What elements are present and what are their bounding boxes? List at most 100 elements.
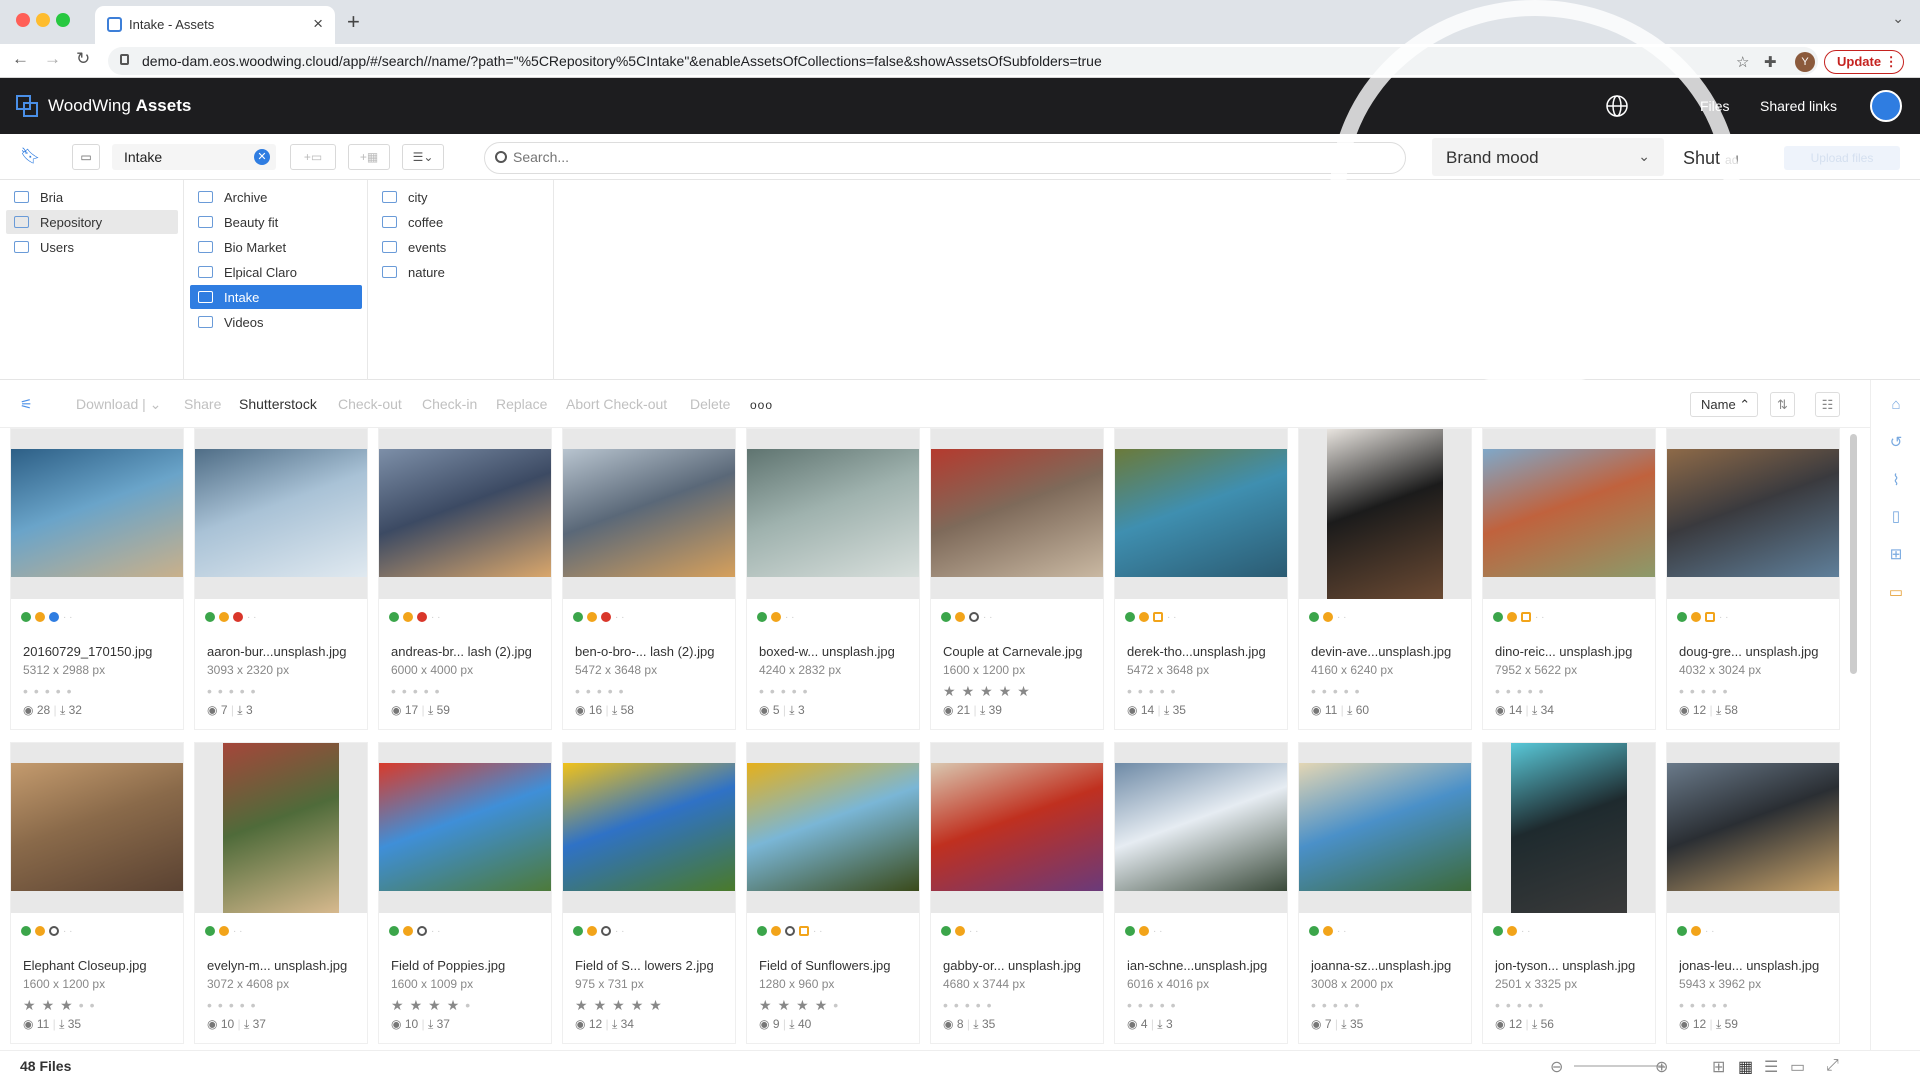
rating-stars[interactable]: •••••: [575, 683, 630, 699]
star-icon[interactable]: •: [1528, 997, 1539, 1013]
star-icon[interactable]: •: [1160, 683, 1171, 699]
star-icon[interactable]: ★: [447, 997, 466, 1013]
star-icon[interactable]: •: [1712, 683, 1723, 699]
folder-icon[interactable]: ▭: [1887, 584, 1905, 602]
star-icon[interactable]: •: [1679, 683, 1690, 699]
asset-thumbnail[interactable]: [747, 743, 919, 913]
folder-item-archive[interactable]: Archive: [190, 185, 362, 209]
new-folder-button[interactable]: +▭: [290, 144, 336, 170]
star-icon[interactable]: •: [218, 997, 229, 1013]
globe-icon[interactable]: [1605, 94, 1629, 118]
star-icon[interactable]: •: [207, 683, 218, 699]
asset-thumbnail[interactable]: [563, 743, 735, 913]
star-icon[interactable]: •: [413, 683, 424, 699]
large-grid-view-icon[interactable]: ⊞: [1712, 1057, 1725, 1077]
star-icon[interactable]: •: [1517, 997, 1528, 1013]
star-icon[interactable]: •: [1690, 997, 1701, 1013]
star-icon[interactable]: •: [1322, 683, 1333, 699]
star-icon[interactable]: •: [67, 683, 78, 699]
rating-stars[interactable]: •••••: [1311, 683, 1366, 699]
extensions-icon[interactable]: ✚: [1764, 53, 1777, 71]
star-icon[interactable]: •: [1333, 997, 1344, 1013]
star-icon[interactable]: •: [1539, 683, 1550, 699]
asset-card[interactable]: · · Couple at Carnevale.jpg 1600 x 1200 px…: [930, 428, 1104, 730]
star-icon[interactable]: •: [1539, 997, 1550, 1013]
rating-stars[interactable]: •••••: [1679, 683, 1734, 699]
rating-stars[interactable]: ★★★★•: [391, 997, 476, 1014]
asset-card[interactable]: · · derek-tho...unsplash.jpg 5472 x 3648 p…: [1114, 428, 1288, 730]
star-icon[interactable]: •: [965, 997, 976, 1013]
star-icon[interactable]: •: [1723, 683, 1734, 699]
folder-panel-toggle[interactable]: ▭: [72, 144, 100, 170]
maximize-window-button[interactable]: [56, 13, 70, 27]
grid-scrollbar[interactable]: [1850, 434, 1857, 674]
star-icon[interactable]: •: [90, 997, 101, 1013]
star-icon[interactable]: •: [1171, 683, 1182, 699]
star-icon[interactable]: •: [575, 683, 586, 699]
star-icon[interactable]: •: [1127, 997, 1138, 1013]
back-icon[interactable]: ←: [12, 49, 29, 69]
star-icon[interactable]: •: [1679, 997, 1690, 1013]
asset-card[interactable]: · · Field of Sunflowers.jpg 1280 x 960 px ★…: [746, 742, 920, 1044]
folder-item-users[interactable]: Users: [6, 235, 178, 259]
files-link[interactable]: Files: [1700, 98, 1730, 114]
minimize-window-button[interactable]: [36, 13, 50, 27]
star-icon[interactable]: •: [803, 683, 814, 699]
asset-thumbnail[interactable]: [1115, 429, 1287, 599]
rating-stars[interactable]: •••••: [207, 683, 262, 699]
asset-thumbnail[interactable]: [931, 429, 1103, 599]
search-box[interactable]: [484, 142, 1406, 174]
download-button[interactable]: Download | ⌄: [76, 396, 161, 413]
star-icon[interactable]: ★: [980, 683, 999, 699]
star-icon[interactable]: •: [402, 683, 413, 699]
star-icon[interactable]: •: [251, 997, 262, 1013]
star-icon[interactable]: •: [1355, 997, 1366, 1013]
forward-icon[interactable]: →: [44, 49, 61, 69]
asset-card[interactable]: · · aaron-bur...unsplash.jpg 3093 x 2320 p…: [194, 428, 368, 730]
star-icon[interactable]: •: [1528, 683, 1539, 699]
shutterstock-upload-label[interactable]: Shut ad: [1683, 148, 1738, 169]
attachment-icon[interactable]: ⌇: [1887, 472, 1905, 490]
asset-thumbnail[interactable]: [1667, 429, 1839, 599]
user-avatar-icon[interactable]: [1870, 90, 1902, 122]
star-icon[interactable]: ★: [612, 997, 631, 1013]
filmstrip-view-icon[interactable]: ▭: [1790, 1057, 1805, 1077]
url-field[interactable]: demo-dam.eos.woodwing.cloud/app/#/search…: [108, 47, 1818, 75]
star-icon[interactable]: •: [1138, 997, 1149, 1013]
star-icon[interactable]: •: [619, 683, 630, 699]
asset-thumbnail[interactable]: [195, 429, 367, 599]
star-icon[interactable]: •: [1506, 997, 1517, 1013]
star-icon[interactable]: •: [1149, 683, 1160, 699]
bookmark-icon[interactable]: 🔖︎: [20, 146, 40, 166]
star-icon[interactable]: •: [1517, 683, 1528, 699]
star-icon[interactable]: •: [1723, 997, 1734, 1013]
star-icon[interactable]: •: [240, 997, 251, 1013]
star-icon[interactable]: •: [1495, 683, 1506, 699]
star-icon[interactable]: •: [1322, 997, 1333, 1013]
asset-thumbnail[interactable]: [1299, 743, 1471, 913]
star-icon[interactable]: •: [45, 683, 56, 699]
star-icon[interactable]: ★: [391, 997, 410, 1013]
asset-thumbnail[interactable]: [195, 743, 367, 913]
star-icon[interactable]: •: [56, 683, 67, 699]
star-icon[interactable]: ★: [999, 683, 1018, 699]
star-icon[interactable]: •: [218, 683, 229, 699]
asset-card[interactable]: · · ian-schne...unsplash.jpg 6016 x 4016 p…: [1114, 742, 1288, 1044]
zoom-out-icon[interactable]: ⊖: [1550, 1057, 1563, 1077]
rating-stars[interactable]: ★★★••: [23, 997, 101, 1014]
rating-stars[interactable]: •••••: [759, 683, 814, 699]
shutterstock-button[interactable]: Shutterstock: [239, 396, 317, 412]
asset-card[interactable]: · · dino-reic... unsplash.jpg 7952 x 5622 …: [1482, 428, 1656, 730]
star-icon[interactable]: •: [759, 683, 770, 699]
asset-card[interactable]: · · doug-gre... unsplash.jpg 4032 x 3024 p…: [1666, 428, 1840, 730]
star-icon[interactable]: •: [781, 683, 792, 699]
asset-card[interactable]: · · Field of Poppies.jpg 1600 x 1009 px ★★★…: [378, 742, 552, 1044]
sort-direction-icon[interactable]: ⇅: [1770, 392, 1795, 417]
asset-card[interactable]: · · Field of S... lowers 2.jpg 975 x 731 p…: [562, 742, 736, 1044]
star-icon[interactable]: ★: [759, 997, 778, 1013]
asset-thumbnail[interactable]: [1667, 743, 1839, 913]
asset-thumbnail[interactable]: [747, 429, 919, 599]
folder-item-nature[interactable]: nature: [374, 260, 546, 284]
asset-card[interactable]: · · devin-ave...unsplash.jpg 4160 x 6240 p…: [1298, 428, 1472, 730]
asset-thumbnail[interactable]: [563, 429, 735, 599]
